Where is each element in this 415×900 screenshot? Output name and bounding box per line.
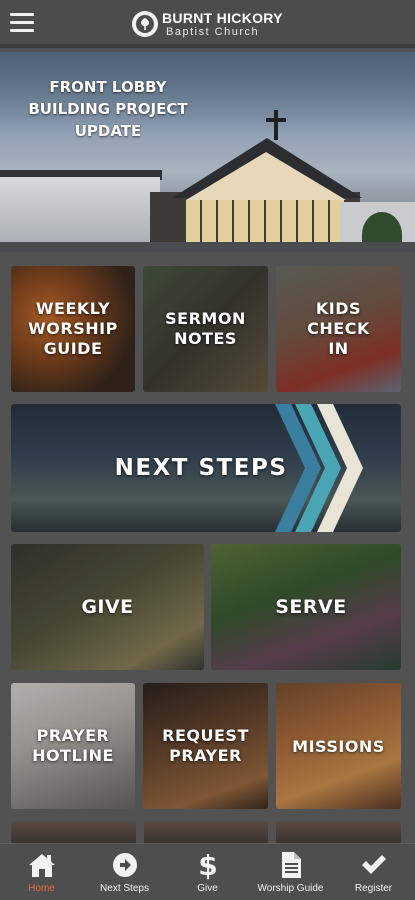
request-prayer-tile[interactable]: REQUEST PRAYER xyxy=(143,683,268,809)
sermon-notes-label: SERMON NOTES xyxy=(165,309,246,348)
more-tiles-row[interactable] xyxy=(11,821,402,843)
home-icon xyxy=(27,850,57,880)
nav-worship-guide-label: Worship Guide xyxy=(257,883,324,894)
nav-register-label: Register xyxy=(354,883,393,894)
give-tile[interactable]: GIVE xyxy=(11,544,204,670)
nav-next-steps-label: Next Steps xyxy=(100,883,149,894)
next-steps-tile[interactable]: NEXT STEPS xyxy=(11,404,401,532)
logo-subtitle: Baptist Church xyxy=(166,25,260,38)
hamburger-menu-icon[interactable] xyxy=(10,13,34,33)
missions-tile[interactable]: MISSIONS xyxy=(276,683,401,809)
request-prayer-label: REQUEST PRAYER xyxy=(162,726,249,765)
give-label: GIVE xyxy=(81,596,134,618)
next-steps-label: NEXT STEPS xyxy=(114,455,288,481)
nav-home[interactable]: Home xyxy=(0,844,83,900)
app-header: BURNT HICKORY Baptist Church xyxy=(0,0,415,48)
nav-worship-guide[interactable]: Worship Guide xyxy=(249,844,332,900)
cross-icon xyxy=(274,110,278,140)
checkmark-icon xyxy=(359,850,389,880)
nav-give[interactable]: $ Give xyxy=(166,844,249,900)
serve-tile[interactable]: SERVE xyxy=(211,544,401,670)
banner-title: FRONT LOBBY BUILDING PROJECT UPDATE xyxy=(28,78,188,140)
chevrons-icon xyxy=(275,404,363,532)
prayer-hotline-tile[interactable]: PRAYER HOTLINE xyxy=(11,683,135,809)
logo-title: BURNT HICKORY xyxy=(162,9,283,26)
dollar-icon: $ xyxy=(193,850,223,880)
serve-label: SERVE xyxy=(275,596,347,618)
weekly-worship-guide-tile[interactable]: WEEKLY WORSHIP GUIDE xyxy=(11,266,135,392)
nav-next-steps[interactable]: Next Steps xyxy=(83,844,166,900)
nav-home-label: Home xyxy=(28,883,55,894)
prayer-hotline-label: PRAYER HOTLINE xyxy=(32,726,114,765)
sermon-notes-tile[interactable]: SERMON NOTES xyxy=(143,266,268,392)
svg-text:$: $ xyxy=(198,850,217,880)
nav-give-label: Give xyxy=(197,883,218,894)
kids-check-in-tile[interactable]: KIDS CHECK IN xyxy=(276,266,401,392)
nav-register[interactable]: Register xyxy=(332,844,415,900)
arrow-right-circle-icon xyxy=(110,850,140,880)
tree-logo-icon xyxy=(132,11,158,37)
kids-check-in-label: KIDS CHECK IN xyxy=(307,299,370,358)
missions-label: MISSIONS xyxy=(292,736,385,756)
building-project-banner[interactable]: FRONT LOBBY BUILDING PROJECT UPDATE xyxy=(0,52,415,252)
church-logo: BURNT HICKORY Baptist Church xyxy=(132,8,283,40)
weekly-worship-guide-label: WEEKLY WORSHIP GUIDE xyxy=(28,299,118,358)
bottom-nav: Home Next Steps $ Give Worship Guide Reg… xyxy=(0,843,415,900)
document-icon xyxy=(276,850,306,880)
